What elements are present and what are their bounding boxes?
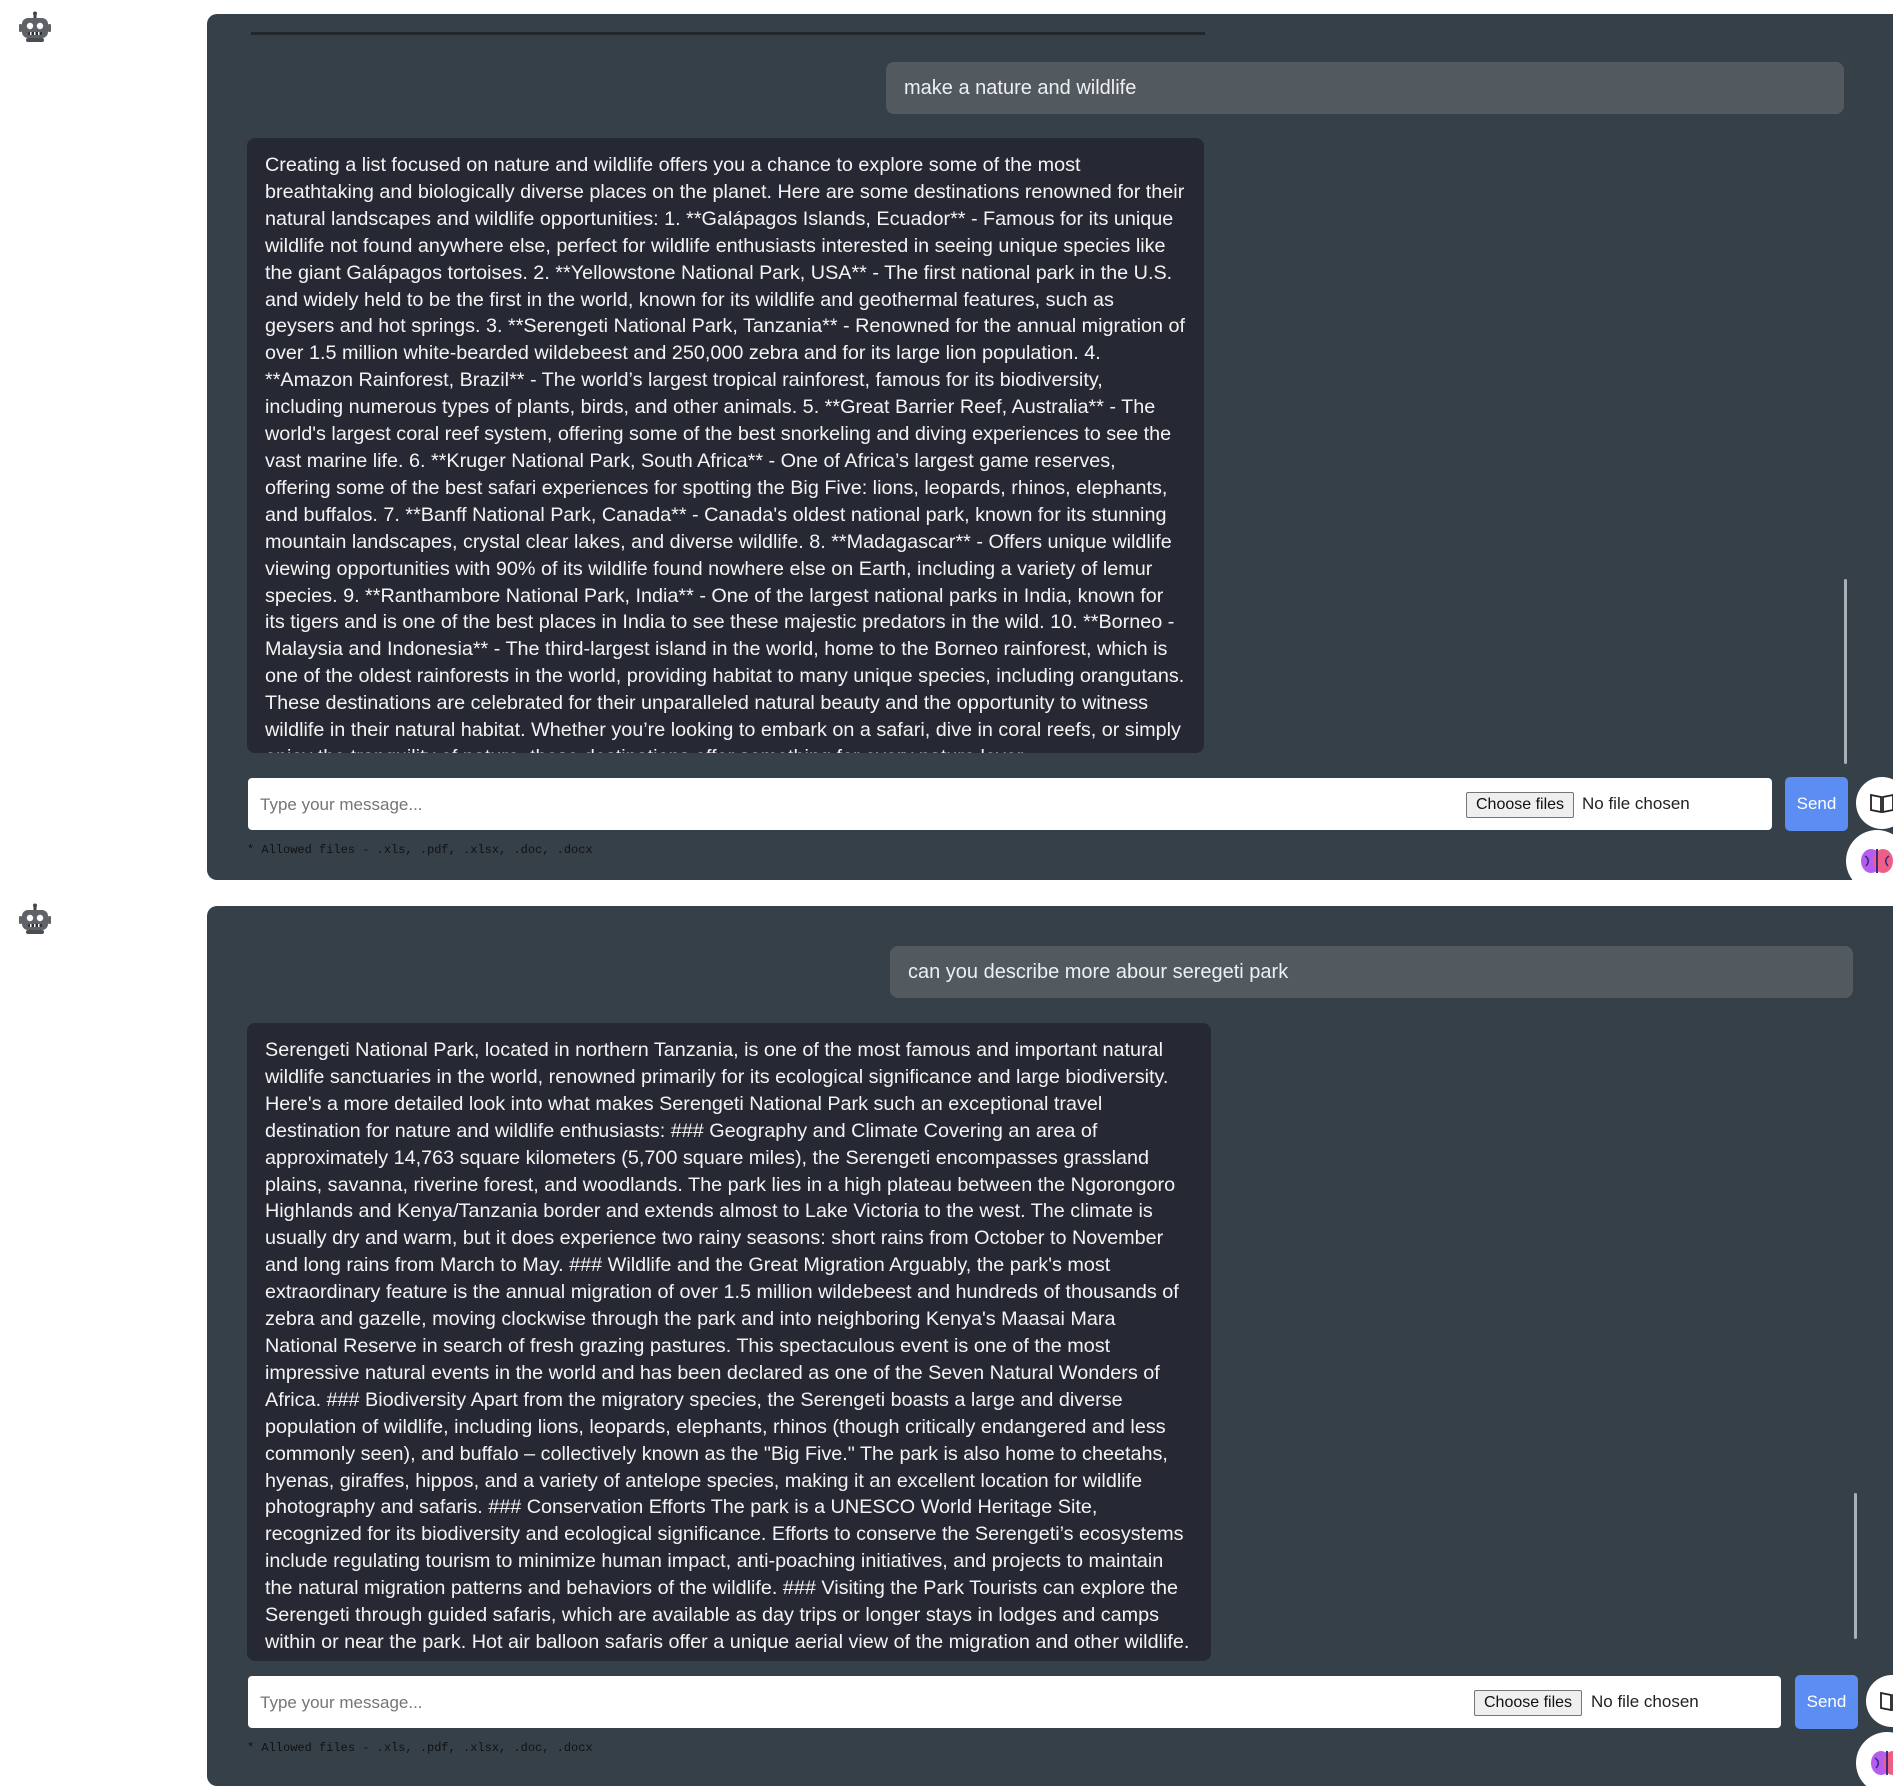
- choose-files-button[interactable]: Choose files: [1466, 792, 1575, 818]
- book-icon: [1880, 1691, 1893, 1712]
- allowed-files-note: * Allowed files - .xls, .pdf, .xlsx, .do…: [247, 1741, 593, 1755]
- send-button[interactable]: Send: [1785, 777, 1848, 831]
- message-input-bar: Choose files No file chosen: [248, 778, 1772, 832]
- chat-panel: can you describe more abour seregeti par…: [207, 906, 1893, 1786]
- book-icon: [1870, 793, 1893, 814]
- robot-icon: [19, 903, 51, 934]
- knowledge-button[interactable]: [1866, 1675, 1893, 1727]
- bot-message-text: Serengeti National Park, located in nort…: [265, 1039, 1190, 1661]
- file-status: No file chosen: [1591, 1692, 1699, 1711]
- message-input-bar: Choose files No file chosen: [248, 1676, 1781, 1730]
- user-message: make a nature and wildlife: [886, 62, 1844, 114]
- choose-files-button[interactable]: Choose files: [1474, 1690, 1583, 1716]
- bot-message: Creating a list focused on nature and wi…: [247, 138, 1204, 753]
- chat-panel: make a nature and wildlife Creating a li…: [207, 14, 1893, 880]
- divider: [251, 32, 1205, 35]
- user-message-text: can you describe more abour seregeti par…: [908, 961, 1289, 983]
- brain-icon: [1861, 849, 1893, 873]
- send-button[interactable]: Send: [1795, 1675, 1858, 1729]
- brain-icon: [1871, 1751, 1893, 1775]
- bot-message: Serengeti National Park, located in nort…: [247, 1023, 1211, 1661]
- user-message-text: make a nature and wildlife: [904, 77, 1137, 99]
- ai-model-button[interactable]: [1856, 1732, 1893, 1786]
- message-input[interactable]: [248, 778, 1462, 832]
- ai-model-button[interactable]: [1846, 830, 1893, 880]
- file-status: No file chosen: [1582, 794, 1690, 813]
- knowledge-button[interactable]: [1856, 777, 1893, 829]
- robot-icon: [19, 11, 51, 42]
- scrollbar[interactable]: [1844, 579, 1847, 764]
- allowed-files-note: * Allowed files - .xls, .pdf, .xlsx, .do…: [247, 843, 593, 857]
- user-message: can you describe more abour seregeti par…: [890, 946, 1853, 998]
- bot-message-text: Creating a list focused on nature and wi…: [265, 154, 1186, 753]
- scrollbar[interactable]: [1854, 1493, 1857, 1639]
- message-input[interactable]: [248, 1676, 1472, 1730]
